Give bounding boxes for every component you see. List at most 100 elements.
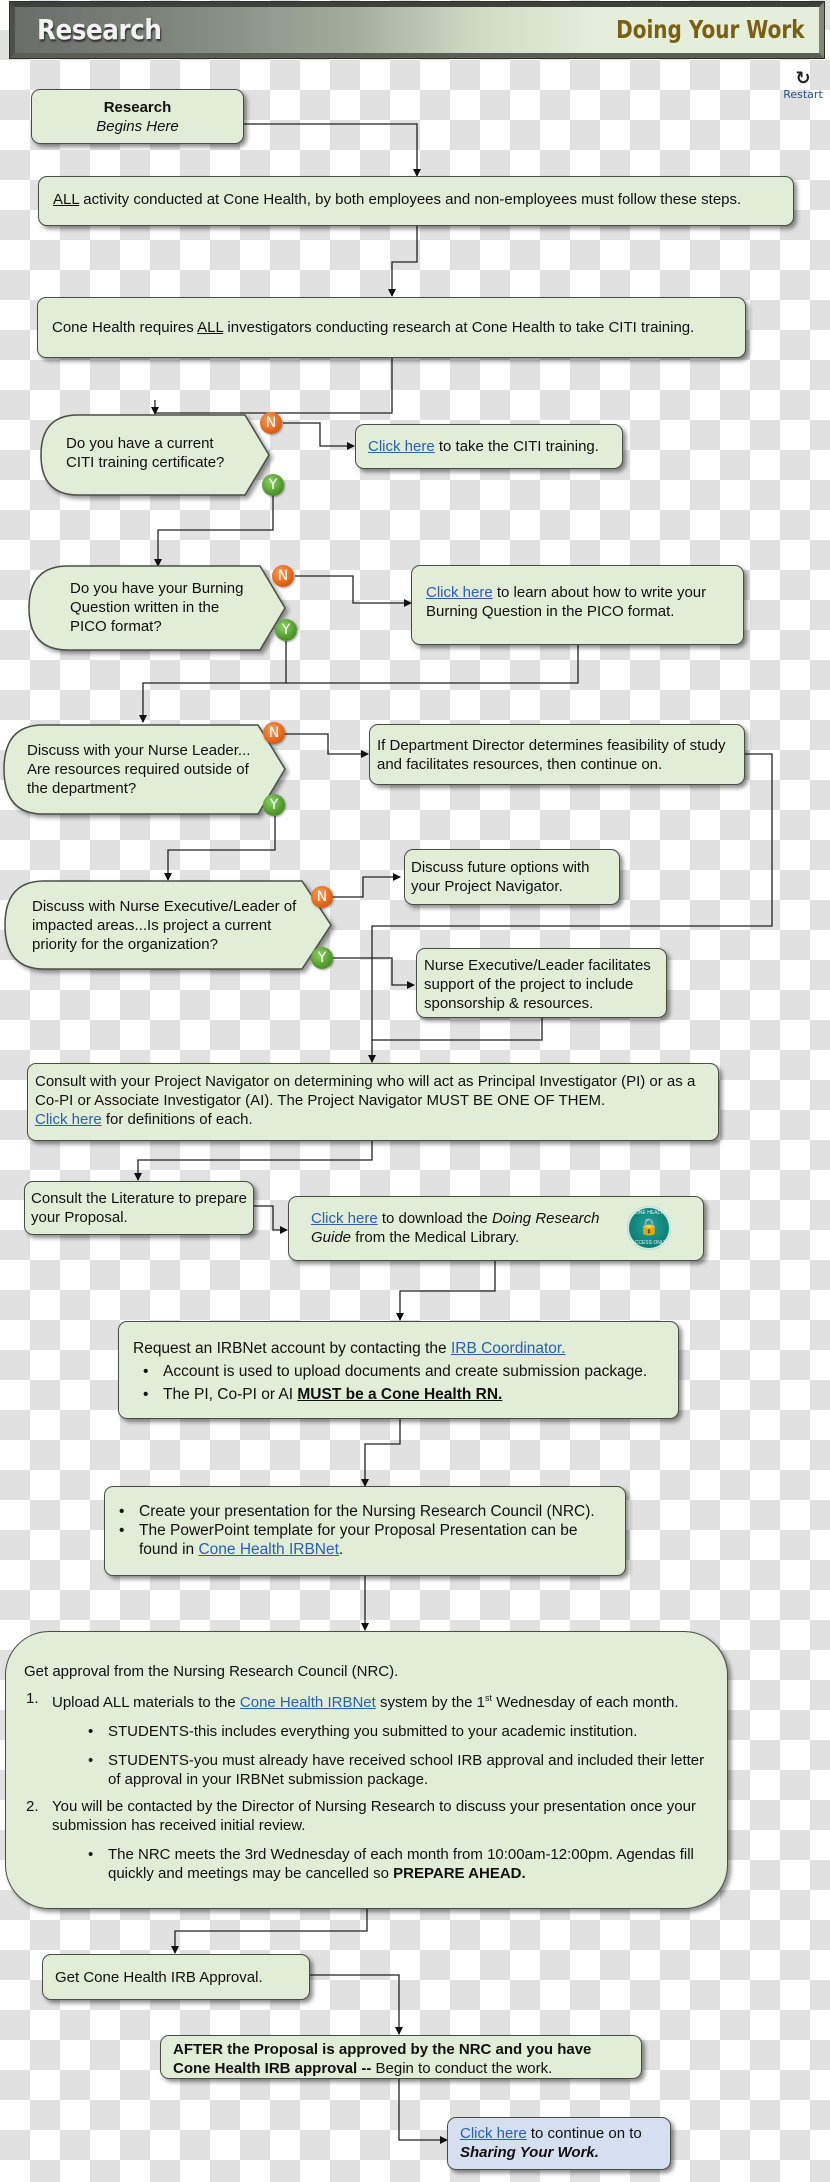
pico-link[interactable]: Click here [426,584,493,601]
connector-pico-to-q3 [286,643,579,684]
lock-icon: 🔒 [639,1219,659,1236]
nrc-approval-node: Get approval from the Nursing Research C… [5,1631,728,1909]
irbnet-node: Request an IRBNet account by contacting … [118,1321,679,1419]
citi-required-text-post: investigators conducting research at Con… [223,319,695,336]
nrc-step1-mid: system by the 1 [375,1694,486,1711]
no-badge: N [260,412,282,434]
decision-pico: Do you have your Burning Question writte… [28,565,286,651]
navigator-node: Consult with your Project Navigator on d… [27,1063,719,1141]
research-guide-link[interactable]: Click here [311,1210,378,1227]
start-node: Research Begins Here [31,89,244,144]
nrc-sub-bullet: STUDENTS-you must already have received … [88,1751,711,1789]
irbnet-bullet: The PI, Co-PI or AI MUST be a Cone Healt… [143,1383,664,1406]
page-header: Research Doing Your Work [10,2,824,58]
cone-health-irbnet-link[interactable]: Cone Health IRBNet [240,1694,376,1711]
connector-navigator-to-literature [134,1140,373,1181]
citi-required-node: Cone Health requires ALL investigators c… [37,297,746,358]
step-number: 1. [26,1690,39,1707]
connector-q4-no [333,873,401,898]
nrc-step: 1. Upload ALL materials to the Cone Heal… [26,1689,711,1789]
pico-link-node: Click here to learn about how to write y… [411,565,744,645]
guide-text-mid: to download the [377,1210,492,1227]
decision-text: Do you have your Burning Question writte… [70,580,244,635]
connector-support-to-navigator [372,1018,543,1041]
restart-label: Restart [783,88,823,101]
nrc-intro: Get approval from the Nursing Research C… [24,1663,399,1680]
prepare-ahead-emphasis: PREPARE AHEAD. [393,1865,526,1882]
start-title: Research [103,99,172,116]
nrc-step: 2. You will be contacted by the Director… [26,1797,711,1883]
decision-text: Discuss with your Nurse Leader... Are re… [27,742,251,797]
nrc-step1-post: Wednesday of each month. [492,1694,679,1711]
cone-health-access-badge: CONE HEALTH 🔒 ACCESS ONLY [627,1206,671,1250]
irb-approval-node: Get Cone Health IRB Approval. [42,1954,310,2000]
ordinal-suffix: st [485,1693,493,1703]
connector-after-to-final [398,2078,448,2144]
yes-badge: Y [311,947,333,969]
sharing-work-node: Click here to continue on to Sharing You… [447,2117,671,2170]
presentation-bullet: The PowerPoint template for your Proposa… [119,1521,611,1559]
connector-citi-to-q1 [154,357,393,414]
connector-irbnet-to-presentation [361,1418,401,1487]
connector-literature-to-guide [253,1205,288,1234]
cone-health-irbnet-link[interactable]: Cone Health IRBNet [198,1541,338,1558]
yes-badge: Y [275,619,297,641]
connector-q1-yes [154,495,274,567]
definitions-link[interactable]: Click here [35,1111,102,1128]
irb-approval-text: Get Cone Health IRB Approval. [55,1969,263,1986]
citi-all-emphasis: ALL [197,319,224,336]
nrc-sub-bullet: The NRC meets the 3rd Wednesday of each … [88,1845,711,1883]
decision-text: Do you have a current CITI training cert… [66,435,225,471]
decision-nurse-leader: Discuss with your Nurse Leader... Are re… [3,724,286,815]
irbnet-intro: Request an IRBNet account by contacting … [133,1340,451,1357]
irb-coordinator-link[interactable]: IRB Coordinator. [451,1340,566,1357]
connector-q2-yes [139,640,287,723]
citi-required-text-pre: Cone Health requires [52,319,198,336]
connector-q3-no [285,733,369,758]
nrc-sub-bullet: STUDENTS-this includes everything you su… [88,1722,711,1741]
restart-icon: ↻ [795,68,811,89]
connector-q4-yes [332,957,415,989]
citi-training-link-node: Click here to take the CITI training. [355,424,623,469]
presentation-bullet: Create your presentation for the Nursing… [119,1502,611,1521]
director-node: If Department Director determines feasib… [369,724,745,785]
irbnet-bullet: Account is used to upload documents and … [143,1360,664,1383]
connector-all-to-citi [388,224,418,297]
connector-q3-yes [164,816,276,881]
citi-training-text: to take the CITI training. [434,438,599,455]
director-text: If Department Director determines feasib… [377,737,726,773]
restart-button[interactable]: ↻ Restart [782,68,824,102]
start-subtitle: Begins Here [96,118,179,135]
connector-q2-no [295,575,412,607]
badge-top-text: CONE HEALTH [631,1210,667,1216]
presentation-node: Create your presentation for the Nursing… [104,1486,626,1576]
definitions-text: for definitions of each. [101,1111,253,1128]
citi-training-link[interactable]: Click here [368,438,435,455]
section-title: Doing Your Work [616,15,805,44]
research-guide-node: Click here to download the Doing Researc… [288,1196,704,1261]
all-emphasis: ALL [53,191,80,208]
irbnet-bullet2-pre: The PI, Co-PI or AI [163,1386,298,1403]
begin-work-node: AFTER the Proposal is approved by the NR… [160,2035,642,2079]
no-badge: N [311,886,333,908]
step-number: 2. [26,1798,39,1815]
future-options-text: Discuss future options with your Project… [411,859,590,895]
connector-nrc-to-irb [171,1908,368,1954]
irbnet-bullet2-emphasis: MUST be a Cone Health RN. [297,1386,503,1403]
literature-node: Consult the Literature to prepare your P… [24,1181,254,1235]
decision-text: Discuss with Nurse Executive/Leader of i… [32,898,297,953]
yes-badge: Y [262,474,284,496]
presentation-bullet2-post: . [338,1541,344,1558]
page-title: Research [37,13,162,46]
badge-bottom-text: ACCESS ONLY [631,1240,667,1246]
nrc-step2-text: You will be contacted by the Director of… [52,1798,696,1834]
decision-citi-certificate: Do you have a current CITI training cert… [40,414,270,496]
sharing-work-link[interactable]: Click here [460,2125,527,2142]
decision-executive: Discuss with Nurse Executive/Leader of i… [4,880,332,970]
guide-text-rest: from the Medical Library. [351,1229,520,1246]
executive-support-node: Nurse Executive/Leader facilitates suppo… [416,948,667,1018]
connector-guide-to-irbnet [396,1260,496,1321]
connector-start-to-all [244,123,421,177]
executive-support-text: Nurse Executive/Leader facilitates suppo… [424,957,651,1012]
no-badge: N [263,722,285,744]
